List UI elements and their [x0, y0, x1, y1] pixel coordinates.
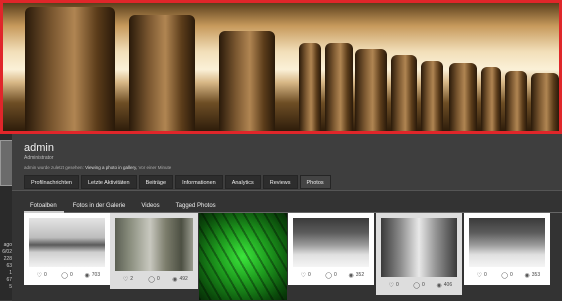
tab-photos[interactable]: Photos — [299, 175, 331, 189]
like-count: 0 — [483, 272, 487, 278]
subtab-tagged-photos[interactable]: Tagged Photos — [168, 201, 224, 211]
comment-count: 0 — [156, 276, 160, 282]
like-count: 0 — [43, 272, 47, 278]
photo-thumbnail[interactable] — [115, 218, 193, 271]
photo-card[interactable]: ♡ 0 ◯ 0 ◉ 352 — [288, 213, 374, 285]
photo-thumbnail[interactable] — [381, 218, 457, 277]
activity-time: Vor einer Minute — [138, 165, 172, 170]
view-count: 406 — [443, 282, 453, 288]
view-count: 703 — [91, 272, 101, 278]
heart-icon[interactable]: ♡ — [301, 272, 306, 279]
comment-icon[interactable]: ◯ — [148, 276, 155, 283]
cover-photo — [0, 0, 562, 134]
photo-thumbnail[interactable] — [469, 218, 545, 267]
eye-icon: ◉ — [524, 272, 530, 279]
comment-icon[interactable]: ◯ — [501, 272, 508, 279]
photo-stats: ♡ 0 ◯ 0 ◉ 353 — [469, 269, 545, 281]
comment-count: 0 — [421, 282, 425, 288]
subtab-videos[interactable]: Videos — [133, 201, 167, 211]
comment-icon[interactable]: ◯ — [61, 272, 68, 279]
sidebar-stat: 6/02 — [2, 249, 12, 255]
sidebar-stat: 1 — [9, 270, 12, 276]
sidebar-stat: ago — [3, 242, 12, 248]
photo-thumbnail[interactable] — [29, 218, 105, 267]
eye-icon: ◉ — [436, 282, 442, 289]
tab-analytics[interactable]: Analytics — [224, 175, 261, 189]
tab-beitraege[interactable]: Beiträge — [138, 175, 174, 189]
photo-thumbnail[interactable] — [199, 213, 287, 300]
photo-card[interactable] — [199, 213, 287, 300]
like-count: 0 — [307, 272, 311, 278]
heart-icon[interactable]: ♡ — [477, 272, 482, 279]
profile-role: Administrator — [24, 155, 54, 161]
photo-card[interactable]: ♡ 0 ◯ 0 ◉ 406 — [376, 213, 462, 295]
like-count: 2 — [130, 276, 134, 282]
eye-icon: ◉ — [172, 276, 178, 283]
photo-stats: ♡ 0 ◯ 0 ◉ 352 — [293, 269, 369, 281]
view-count: 492 — [179, 276, 188, 282]
photo-stats: ♡ 2 ◯ 0 ◉ 492 — [115, 273, 193, 285]
photo-subtabs: Fotoalben Fotos in der Galerie Videos Ta… — [24, 201, 224, 211]
comment-count: 0 — [509, 272, 513, 278]
tab-profilnachrichten[interactable]: Profilnachrichten — [24, 175, 79, 189]
sidebar-stat: 228 — [3, 256, 12, 262]
heart-icon[interactable]: ♡ — [123, 276, 128, 283]
comment-count: 0 — [333, 272, 337, 278]
sidebar-stat: 5 — [9, 284, 12, 290]
view-count: 353 — [531, 272, 541, 278]
tab-informationen[interactable]: Informationen — [175, 175, 223, 189]
subtab-fotos-in-der-galerie[interactable]: Fotos in der Galerie — [65, 201, 134, 211]
like-count: 0 — [395, 282, 399, 288]
photo-stats: ♡ 0 ◯ 0 ◉ 406 — [381, 279, 457, 291]
activity-action[interactable]: Viewing a photo in gallery, — [85, 165, 137, 170]
sidebar-stat: 63 — [6, 263, 12, 269]
photo-stats: ♡ 0 ◯ 0 ◉ 703 — [29, 269, 105, 281]
subtab-fotoalben[interactable]: Fotoalben — [24, 201, 65, 211]
tab-reviews[interactable]: Reviews — [262, 175, 298, 189]
heart-icon[interactable]: ♡ — [37, 272, 42, 279]
comment-count: 0 — [69, 272, 73, 278]
last-activity: admin wurde zuletzt gesehen: Viewing a p… — [24, 165, 171, 170]
tab-letzte-aktivitaeten[interactable]: Letzte Aktivitäten — [80, 175, 137, 189]
sidebar-stat: 67 — [6, 277, 12, 283]
eye-icon: ◉ — [84, 272, 90, 279]
eye-icon: ◉ — [348, 272, 354, 279]
photo-card[interactable]: ♡ 0 ◯ 0 ◉ 353 — [464, 213, 550, 285]
photo-card[interactable]: ♡ 2 ◯ 0 ◉ 492 — [110, 213, 198, 289]
comment-icon[interactable]: ◯ — [325, 272, 332, 279]
profile-name: admin — [24, 142, 54, 154]
profile-tabs: Profilnachrichten Letzte Aktivitäten Bei… — [24, 175, 331, 189]
photo-card[interactable]: ♡ 0 ◯ 0 ◉ 703 — [24, 213, 110, 285]
photo-thumbnail[interactable] — [293, 218, 369, 267]
comment-icon[interactable]: ◯ — [413, 282, 420, 289]
heart-icon[interactable]: ♡ — [389, 282, 394, 289]
view-count: 352 — [355, 272, 365, 278]
activity-prefix: admin wurde zuletzt gesehen: — [24, 165, 84, 170]
